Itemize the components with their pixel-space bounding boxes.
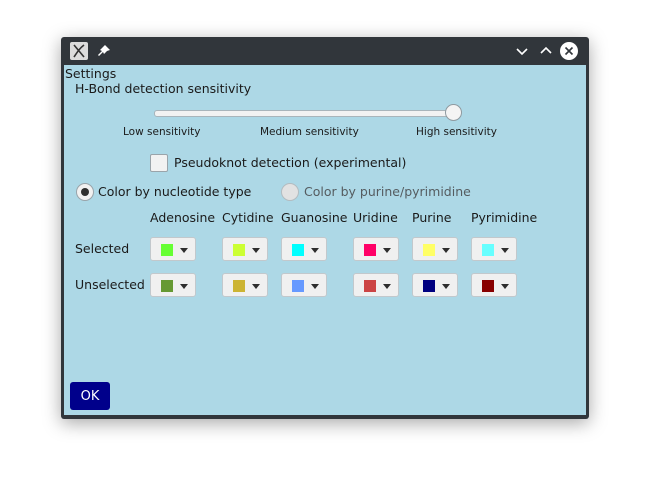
col-header-guanosine: Guanosine — [281, 210, 348, 225]
slider-label-low: Low sensitivity — [123, 126, 201, 138]
radio-purine-pyrimidine[interactable] — [281, 183, 299, 201]
col-header-uridine: Uridine — [353, 210, 398, 225]
dropdown-arrow-icon — [180, 284, 188, 289]
dropdown-arrow-icon — [501, 248, 509, 253]
pin-icon[interactable] — [95, 42, 113, 60]
col-header-cytidine: Cytidine — [222, 210, 274, 225]
color-swatch — [364, 280, 376, 292]
maximize-icon[interactable] — [536, 41, 556, 61]
color-swatch — [364, 244, 376, 256]
color-picker-unselected-adenosine[interactable] — [150, 273, 196, 297]
settings-label: Settings — [65, 66, 117, 81]
hbond-sensitivity-slider[interactable] — [154, 110, 458, 117]
slider-label-high: High sensitivity — [416, 126, 497, 138]
x-app-icon — [70, 42, 88, 60]
dropdown-arrow-icon — [501, 284, 509, 289]
color-swatch — [482, 280, 494, 292]
hbond-label: H-Bond detection sensitivity — [75, 81, 252, 96]
color-swatch — [233, 244, 245, 256]
col-header-purine: Purine — [412, 210, 452, 225]
color-swatch — [292, 280, 304, 292]
color-swatch — [161, 280, 173, 292]
dropdown-arrow-icon — [442, 284, 450, 289]
color-swatch — [423, 280, 435, 292]
dropdown-arrow-icon — [311, 248, 319, 253]
slider-label-medium: Medium sensitivity — [260, 126, 359, 138]
color-picker-unselected-pyrimidine[interactable] — [471, 273, 517, 297]
row-label-unselected: Unselected — [75, 277, 145, 292]
color-picker-selected-purine[interactable] — [412, 237, 458, 261]
dropdown-arrow-icon — [180, 248, 188, 253]
ok-button[interactable]: OK — [70, 382, 110, 410]
minimize-icon[interactable] — [512, 41, 532, 61]
pseudoknot-label[interactable]: Pseudoknot detection (experimental) — [174, 155, 406, 170]
col-header-pyrimidine: Pyrimidine — [471, 210, 538, 225]
color-swatch — [423, 244, 435, 256]
dropdown-arrow-icon — [252, 284, 260, 289]
title-bar[interactable] — [61, 37, 589, 65]
dropdown-arrow-icon — [383, 248, 391, 253]
settings-panel: Settings H-Bond detection sensitivity Lo… — [64, 65, 586, 415]
color-picker-unselected-cytidine[interactable] — [222, 273, 268, 297]
row-label-selected: Selected — [75, 241, 130, 256]
dropdown-arrow-icon — [442, 248, 450, 253]
color-picker-unselected-guanosine[interactable] — [281, 273, 327, 297]
radio-purine-label[interactable]: Color by purine/pyrimidine — [304, 184, 471, 199]
radio-nucleotide-type[interactable] — [76, 183, 94, 201]
close-icon[interactable] — [559, 41, 579, 61]
color-swatch — [482, 244, 494, 256]
color-picker-selected-uridine[interactable] — [353, 237, 399, 261]
dropdown-arrow-icon — [311, 284, 319, 289]
dropdown-arrow-icon — [252, 248, 260, 253]
color-swatch — [161, 244, 173, 256]
settings-window: Settings H-Bond detection sensitivity Lo… — [61, 37, 589, 419]
color-picker-unselected-uridine[interactable] — [353, 273, 399, 297]
color-swatch — [233, 280, 245, 292]
dropdown-arrow-icon — [383, 284, 391, 289]
color-swatch — [292, 244, 304, 256]
color-picker-selected-pyrimidine[interactable] — [471, 237, 517, 261]
color-picker-selected-guanosine[interactable] — [281, 237, 327, 261]
color-picker-selected-cytidine[interactable] — [222, 237, 268, 261]
slider-thumb[interactable] — [445, 104, 462, 121]
radio-selected-dot — [81, 188, 89, 196]
color-picker-selected-adenosine[interactable] — [150, 237, 196, 261]
color-picker-unselected-purine[interactable] — [412, 273, 458, 297]
pseudoknot-checkbox[interactable] — [150, 154, 168, 172]
col-header-adenosine: Adenosine — [150, 210, 216, 225]
radio-nucleotide-label[interactable]: Color by nucleotide type — [98, 184, 251, 199]
